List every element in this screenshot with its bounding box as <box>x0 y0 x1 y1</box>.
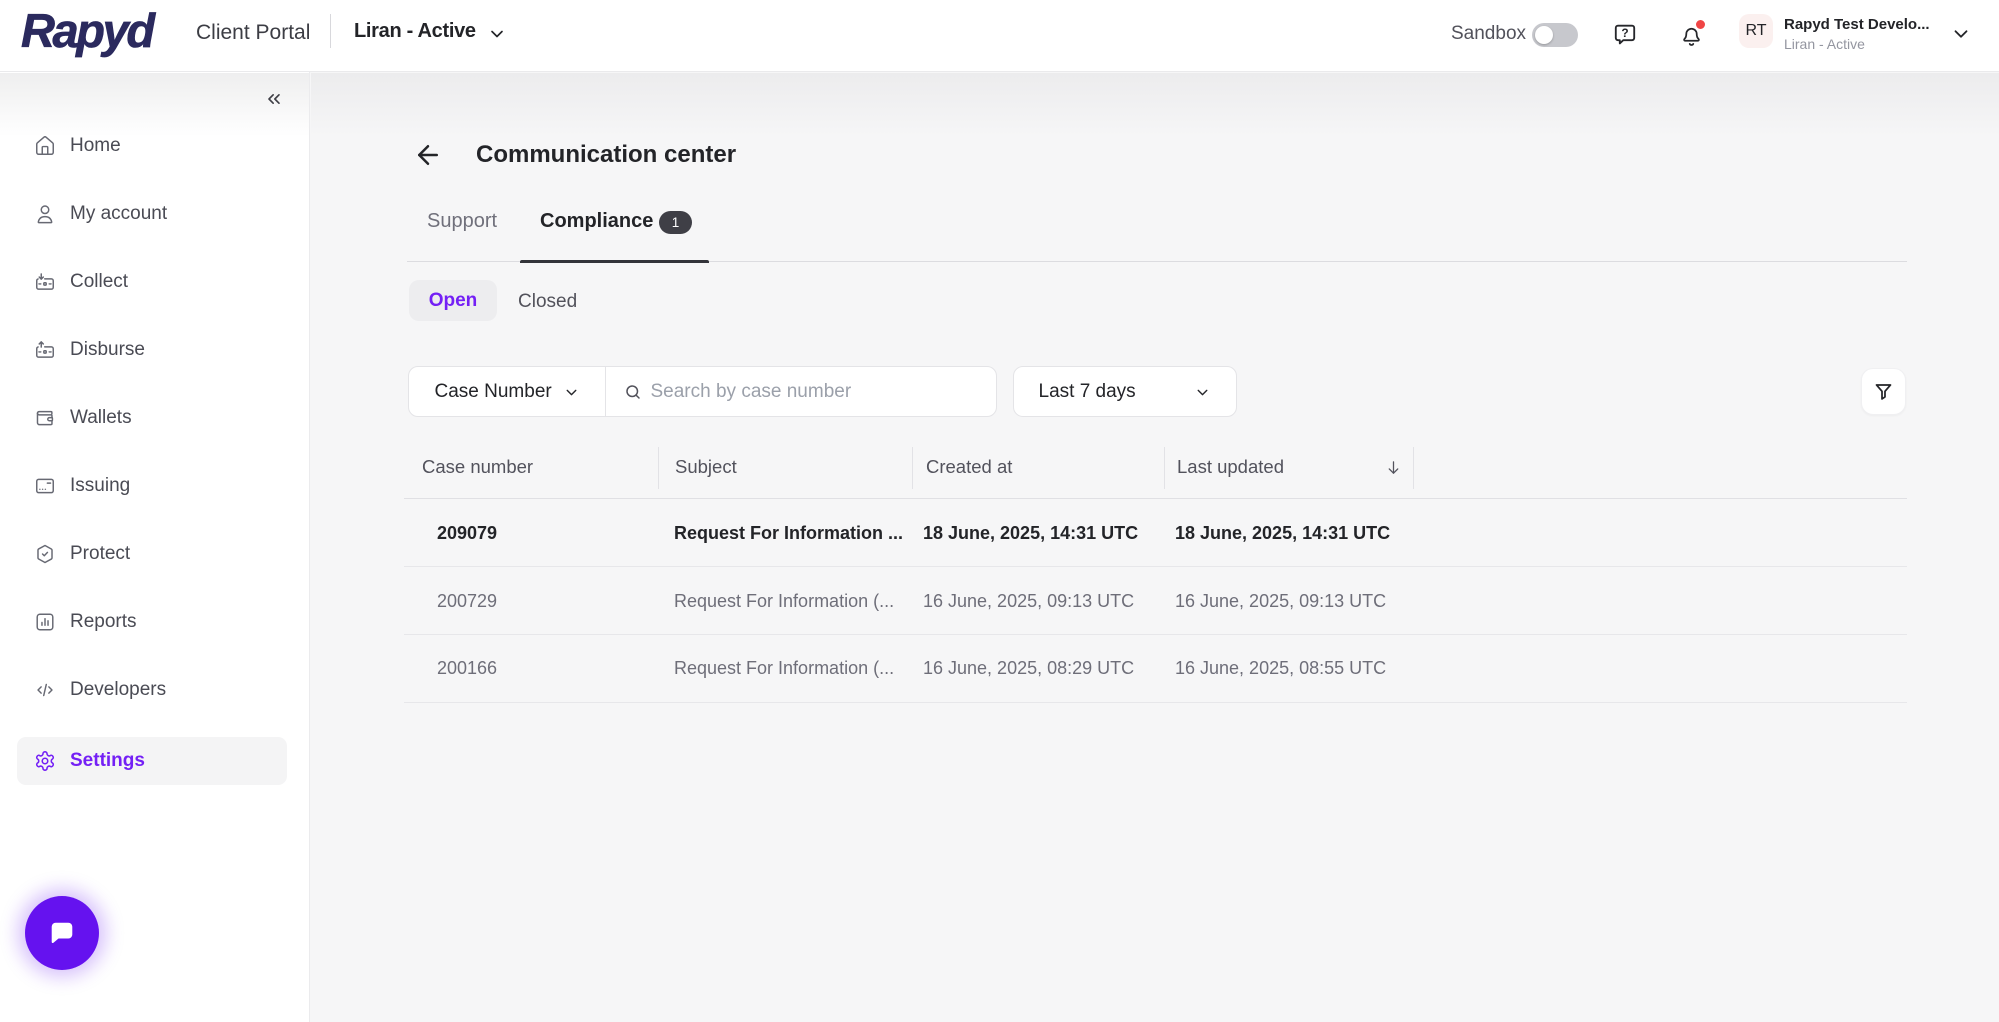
svg-text:?: ? <box>1621 26 1628 40</box>
